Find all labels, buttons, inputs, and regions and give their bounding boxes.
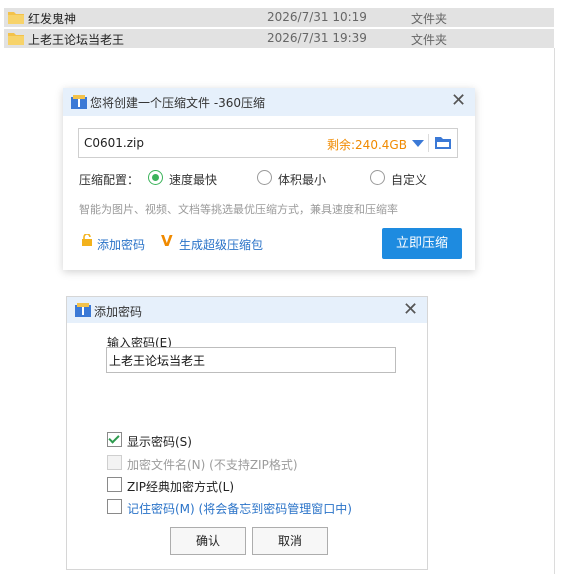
archive-filename[interactable]: C0601.zip [84,136,144,150]
remember-password-label[interactable]: 记住密码(M) (将会备忘到密码管理窗口中) [127,500,352,517]
file-date: 2026/7/31 19:39 [267,31,367,45]
option-smallest[interactable]: 体积最小 [278,171,326,188]
chevron-down-icon[interactable] [412,140,424,147]
file-name: 红发鬼神 [28,12,77,26]
zip-classic-encryption-checkbox[interactable] [107,477,122,492]
free-space: 剩余:240.4GB [327,138,407,152]
lock-icon [82,234,92,246]
zip-classic-encryption-label[interactable]: ZIP经典加密方式(L) [127,478,234,495]
file-date: 2026/7/31 10:19 [267,10,367,24]
title-bar: 您将创建一个压缩文件 -360压缩 ✕ [63,88,475,116]
close-icon[interactable]: ✕ [403,301,418,319]
file-type: 文件夹 [411,12,448,26]
add-password-link[interactable]: 添加密码 [97,236,145,253]
radio-smallest[interactable] [257,170,272,185]
compress-dialog: 您将创建一个压缩文件 -360压缩 ✕ C0601.zip 剩余:240.4GB… [63,88,475,270]
file-name: 上老王论坛当老王 [28,33,125,47]
file-row[interactable]: 上老王论坛当老王 2026/7/31 19:39 文件夹 [4,29,554,48]
title-bar: 添加密码 ✕ [67,297,427,323]
dialog-title: 您将创建一个压缩文件 -360压缩 [90,96,266,110]
folder-icon [8,12,24,24]
config-label: 压缩配置： [79,173,140,187]
add-password-dialog: 添加密码 ✕ 输入密码(E) 显示密码(S) 加密文件名(N) (不支持ZIP格… [66,296,428,570]
remember-password-checkbox[interactable] [107,499,122,514]
encrypt-filename-checkbox [107,455,122,470]
radio-fastest[interactable] [148,170,163,185]
cancel-button[interactable]: 取消 [252,527,328,555]
file-row[interactable]: 红发鬼神 2026/7/31 10:19 文件夹 [4,8,554,27]
archive-path-field[interactable]: C0601.zip 剩余:240.4GB [78,128,458,158]
browse-folder-icon[interactable] [435,136,451,149]
compress-now-button[interactable]: 立即压缩 [382,228,462,259]
option-custom[interactable]: 自定义 [391,171,427,188]
option-fastest[interactable]: 速度最快 [169,171,217,188]
show-password-checkbox[interactable] [107,432,122,447]
folder-icon [8,33,24,45]
archive-icon [71,95,87,109]
close-icon[interactable]: ✕ [451,92,466,110]
confirm-button[interactable]: 确认 [170,527,246,555]
divider [428,134,429,152]
file-type: 文件夹 [411,33,448,47]
vip-icon: V [161,232,173,250]
hint-text: 智能为图片、视频、文档等挑选最优压缩方式，兼具速度和压缩率 [79,203,398,216]
window-edge [554,48,555,574]
password-input[interactable] [106,347,396,373]
super-zip-link[interactable]: 生成超级压缩包 [179,236,263,253]
show-password-label[interactable]: 显示密码(S) [127,433,192,450]
dialog-title: 添加密码 [94,305,143,319]
encrypt-filename-label: 加密文件名(N) (不支持ZIP格式) [127,458,298,472]
radio-custom[interactable] [370,170,385,185]
archive-icon [75,303,91,317]
